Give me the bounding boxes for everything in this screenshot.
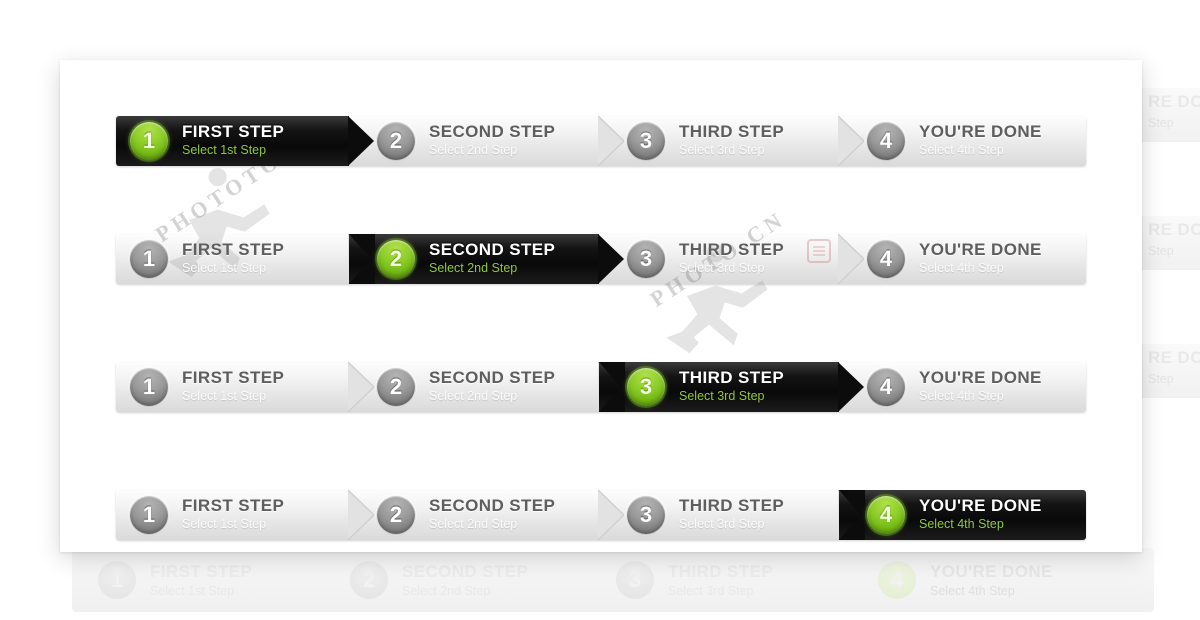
- step-number-badge: 1: [130, 122, 168, 160]
- step-number-badge: 4: [867, 122, 905, 160]
- step-title: YOU'RE DONE: [919, 368, 1042, 388]
- step-1[interactable]: 1 FIRST STEP Select 1st Step: [116, 234, 374, 284]
- ghost-strip-right-3: RE DO Step: [1140, 344, 1200, 398]
- ghost-badge: 4: [878, 561, 916, 599]
- step-number-badge: 4: [867, 368, 905, 406]
- ghost-badge: 1: [98, 561, 136, 599]
- step-title: THIRD STEP: [679, 496, 785, 516]
- ghost-badge: 3: [616, 561, 654, 599]
- chevron-notch-icon: [839, 490, 865, 540]
- ghost-subtitle: Select 1st Step: [150, 584, 235, 598]
- step-title: THIRD STEP: [679, 122, 785, 142]
- ghost-step: 2 SECOND STEP Select 2nd Step: [324, 561, 590, 599]
- ghost-title: RE DO: [1148, 92, 1200, 111]
- step-number-badge: 1: [130, 496, 168, 534]
- step-title: FIRST STEP: [182, 122, 285, 142]
- step-number-badge: 4: [867, 496, 905, 534]
- step-2[interactable]: 2 SECOND STEP Select 2nd Step: [349, 234, 624, 284]
- ghost-step: 4 YOU'RE DONE Select 4th Step: [852, 561, 1122, 599]
- step-title: SECOND STEP: [429, 122, 556, 142]
- ghost-badge: 2: [350, 561, 388, 599]
- step-1[interactable]: 1 FIRST STEP Select 1st Step: [116, 362, 374, 412]
- ghost-strip-right-1: RE DO Step: [1140, 88, 1200, 142]
- step-number-badge: 1: [130, 240, 168, 278]
- step-title: YOU'RE DONE: [919, 122, 1042, 142]
- step-4[interactable]: 4 YOU'RE DONE Select 4th Step: [839, 362, 1086, 412]
- breadcrumb-row-2: 1 FIRST STEP Select 1st Step 2 SECOND ST…: [116, 234, 1086, 284]
- step-title: SECOND STEP: [429, 240, 556, 260]
- step-title: FIRST STEP: [182, 496, 285, 516]
- ghost-strip-right-2: RE DO Step: [1140, 216, 1200, 270]
- ghost-subtitle: Select 4th Step: [930, 584, 1015, 598]
- step-subtitle: Select 3rd Step: [679, 143, 765, 158]
- step-1[interactable]: 1 FIRST STEP Select 1st Step: [116, 490, 374, 540]
- step-title: YOU'RE DONE: [919, 496, 1042, 516]
- step-number-badge: 1: [130, 368, 168, 406]
- step-number-badge: 2: [377, 122, 415, 160]
- step-title: THIRD STEP: [679, 240, 785, 260]
- step-subtitle: Select 2nd Step: [429, 389, 518, 404]
- ghost-subtitle: Step: [1148, 116, 1174, 130]
- step-title: THIRD STEP: [679, 368, 785, 388]
- ghost-step: 3 THIRD STEP Select 3rd Step: [590, 561, 852, 599]
- step-subtitle: Select 4th Step: [919, 261, 1004, 276]
- step-number-badge: 3: [627, 240, 665, 278]
- step-2[interactable]: 2 SECOND STEP Select 2nd Step: [349, 362, 624, 412]
- step-subtitle: Select 1st Step: [182, 517, 267, 532]
- ghost-subtitle: Select 2nd Step: [402, 584, 491, 598]
- ghost-title: YOU'RE DONE: [930, 562, 1053, 581]
- step-1[interactable]: 1 FIRST STEP Select 1st Step: [116, 116, 374, 166]
- ghost-title: RE DO: [1148, 220, 1200, 239]
- step-subtitle: Select 3rd Step: [679, 389, 765, 404]
- step-3[interactable]: 3 THIRD STEP Select 3rd Step: [599, 362, 864, 412]
- content-card: 1 FIRST STEP Select 1st Step 2 SECOND ST…: [60, 60, 1142, 552]
- ghost-title: THIRD STEP: [668, 562, 774, 581]
- ghost-subtitle: Step: [1148, 372, 1174, 386]
- step-subtitle: Select 2nd Step: [429, 261, 518, 276]
- step-subtitle: Select 2nd Step: [429, 143, 518, 158]
- step-title: SECOND STEP: [429, 368, 556, 388]
- ghost-subtitle: Select 3rd Step: [668, 584, 754, 598]
- step-4[interactable]: 4 YOU'RE DONE Select 4th Step: [839, 116, 1086, 166]
- step-subtitle: Select 3rd Step: [679, 261, 765, 276]
- step-title: YOU'RE DONE: [919, 240, 1042, 260]
- step-subtitle: Select 3rd Step: [679, 517, 765, 532]
- breadcrumb-row-1: 1 FIRST STEP Select 1st Step 2 SECOND ST…: [116, 116, 1086, 166]
- step-3[interactable]: 3 THIRD STEP Select 3rd Step: [599, 116, 864, 166]
- ghost-title: SECOND STEP: [402, 562, 529, 581]
- step-number-badge: 2: [377, 368, 415, 406]
- step-title: FIRST STEP: [182, 240, 285, 260]
- ghost-title: FIRST STEP: [150, 562, 253, 581]
- step-number-badge: 3: [627, 122, 665, 160]
- step-subtitle: Select 2nd Step: [429, 517, 518, 532]
- step-number-badge: 2: [377, 240, 415, 278]
- breadcrumb-row-3: 1 FIRST STEP Select 1st Step 2 SECOND ST…: [116, 362, 1086, 412]
- step-4[interactable]: 4 YOU'RE DONE Select 4th Step: [839, 490, 1086, 540]
- step-title: SECOND STEP: [429, 496, 556, 516]
- ghost-row-bottom: 1 FIRST STEP Select 1st Step 2 SECOND ST…: [72, 548, 1154, 612]
- step-4[interactable]: 4 YOU'RE DONE Select 4th Step: [839, 234, 1086, 284]
- step-title: FIRST STEP: [182, 368, 285, 388]
- step-3[interactable]: 3 THIRD STEP Select 3rd Step: [599, 490, 864, 540]
- step-subtitle: Select 4th Step: [919, 389, 1004, 404]
- chevron-notch-icon: [599, 362, 625, 412]
- breadcrumb-row-4: 1 FIRST STEP Select 1st Step 2 SECOND ST…: [116, 490, 1086, 540]
- ghost-title: RE DO: [1148, 348, 1200, 367]
- chevron-notch-icon: [349, 234, 375, 284]
- step-3[interactable]: 3 THIRD STEP Select 3rd Step: [599, 234, 864, 284]
- step-subtitle: Select 1st Step: [182, 143, 267, 158]
- step-subtitle: Select 1st Step: [182, 261, 267, 276]
- step-2[interactable]: 2 SECOND STEP Select 2nd Step: [349, 490, 624, 540]
- page-canvas: RE DO Step RE DO Step RE DO Step 1 FIRST…: [0, 0, 1200, 620]
- step-number-badge: 3: [627, 368, 665, 406]
- step-number-badge: 4: [867, 240, 905, 278]
- step-number-badge: 3: [627, 496, 665, 534]
- ghost-step: 1 FIRST STEP Select 1st Step: [72, 561, 324, 599]
- step-subtitle: Select 1st Step: [182, 389, 267, 404]
- ghost-subtitle: Step: [1148, 244, 1174, 258]
- step-2[interactable]: 2 SECOND STEP Select 2nd Step: [349, 116, 624, 166]
- step-number-badge: 2: [377, 496, 415, 534]
- step-subtitle: Select 4th Step: [919, 517, 1004, 532]
- step-subtitle: Select 4th Step: [919, 143, 1004, 158]
